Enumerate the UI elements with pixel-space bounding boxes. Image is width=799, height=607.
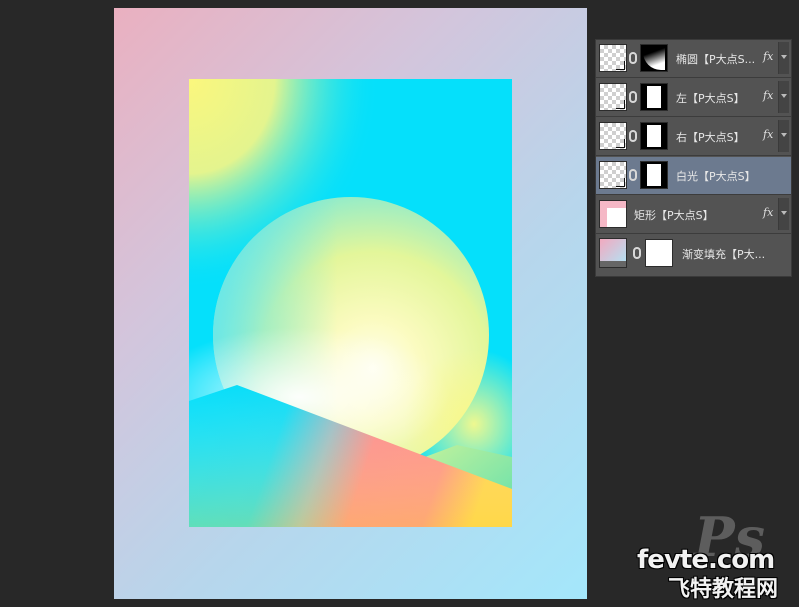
expand-arrow-icon[interactable] xyxy=(778,42,789,74)
layer-mask-thumbnail[interactable] xyxy=(640,161,668,189)
layer-thumbnail xyxy=(599,44,627,72)
poster-artwork xyxy=(189,79,512,527)
layer-left[interactable]: 左【P大点S】 fx xyxy=(596,79,791,117)
layer-name: 右【P大点S】 xyxy=(676,131,745,144)
layer-mask-thumbnail[interactable] xyxy=(645,239,673,267)
expand-arrow-icon[interactable] xyxy=(778,120,789,152)
site-watermark-chinese: 飞特教程网 xyxy=(668,577,779,602)
gradient-fill-thumbnail xyxy=(599,238,627,268)
layer-mask-thumbnail[interactable] xyxy=(640,44,668,72)
layer-name: 椭圆【P大点S... xyxy=(676,53,756,66)
layer-ellipse[interactable]: 椭圆【P大点S... fx xyxy=(596,40,791,78)
fx-icon[interactable]: fx xyxy=(763,50,773,63)
link-icon[interactable] xyxy=(629,169,637,181)
layer-thumbnail xyxy=(599,122,627,150)
layer-thumbnail xyxy=(599,83,627,111)
layer-mask-thumbnail[interactable] xyxy=(640,83,668,111)
fx-icon[interactable]: fx xyxy=(763,206,773,219)
layer-gradient-fill[interactable]: 渐变填充【P大... xyxy=(596,235,791,273)
layer-white-light[interactable]: 白光【P大点S】 xyxy=(596,157,791,195)
layer-thumbnail xyxy=(599,161,627,189)
layers-panel: 椭圆【P大点S... fx 左【P大点S】 fx 右【P大点S】 fx 白光【P… xyxy=(595,39,792,277)
fx-icon[interactable]: fx xyxy=(763,128,773,141)
expand-arrow-icon[interactable] xyxy=(778,81,789,113)
layer-name: 矩形【P大点S】 xyxy=(634,209,714,222)
poster-artboard xyxy=(189,79,512,527)
link-icon[interactable] xyxy=(633,247,641,259)
expand-arrow-icon[interactable] xyxy=(778,198,789,230)
link-icon[interactable] xyxy=(629,52,637,64)
layer-thumbnail xyxy=(599,200,627,228)
link-icon[interactable] xyxy=(629,91,637,103)
fx-icon[interactable]: fx xyxy=(763,89,773,102)
layer-mask-thumbnail[interactable] xyxy=(640,122,668,150)
layer-name: 左【P大点S】 xyxy=(676,92,745,105)
layer-rectangle[interactable]: 矩形【P大点S】 fx xyxy=(596,196,791,234)
document-canvas[interactable] xyxy=(114,8,587,599)
layer-right[interactable]: 右【P大点S】 fx xyxy=(596,118,791,156)
layer-name: 白光【P大点S】 xyxy=(676,170,756,183)
link-icon[interactable] xyxy=(629,130,637,142)
layer-name: 渐变填充【P大... xyxy=(682,248,766,261)
